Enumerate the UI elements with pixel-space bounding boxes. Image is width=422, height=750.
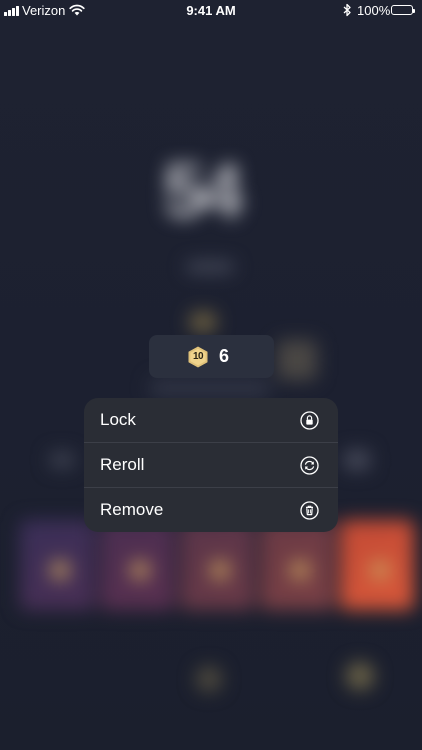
menu-item-reroll[interactable]: Reroll	[84, 442, 338, 487]
screen: 54 Verizon 9:41 AM 100% 10 6 Lock Reroll…	[0, 0, 422, 750]
background-large-number: 54	[163, 149, 244, 234]
background-bottom-right-icon	[346, 662, 374, 690]
reroll-icon	[300, 456, 319, 475]
chip-badge-label: 10	[192, 351, 204, 362]
menu-item-label: Lock	[100, 410, 136, 429]
menu-item-label: Reroll	[100, 455, 145, 474]
background-card	[20, 520, 94, 610]
menu-item-remove[interactable]: Remove	[84, 487, 338, 532]
background-card	[180, 520, 254, 610]
background-card	[340, 520, 414, 610]
background-subtitle-blob	[186, 262, 234, 272]
battery-icon	[391, 5, 415, 15]
background-item-tile	[277, 340, 317, 380]
hexagon-level-badge-icon: 10	[187, 346, 209, 368]
battery-percent: 100%	[357, 3, 391, 18]
lock-icon	[300, 411, 319, 430]
background-card	[100, 520, 174, 610]
chip-count: 6	[219, 346, 230, 366]
background-under-chip-blob	[150, 378, 270, 398]
menu-item-lock[interactable]: Lock	[84, 398, 338, 442]
bluetooth-icon	[343, 3, 352, 20]
status-bar: Verizon 9:41 AM 100%	[0, 0, 422, 22]
background-right-dot	[344, 450, 370, 470]
background-card	[260, 520, 334, 610]
background-card-row	[20, 520, 422, 616]
menu-item-label: Remove	[100, 500, 164, 519]
background-small-icon	[190, 312, 216, 332]
trash-icon	[300, 501, 319, 520]
context-menu: Lock Reroll Remove	[84, 398, 338, 532]
background-left-dot	[50, 452, 74, 468]
selected-item-chip[interactable]: 10 6	[149, 335, 274, 378]
background-bottom-left-icon	[196, 666, 222, 692]
